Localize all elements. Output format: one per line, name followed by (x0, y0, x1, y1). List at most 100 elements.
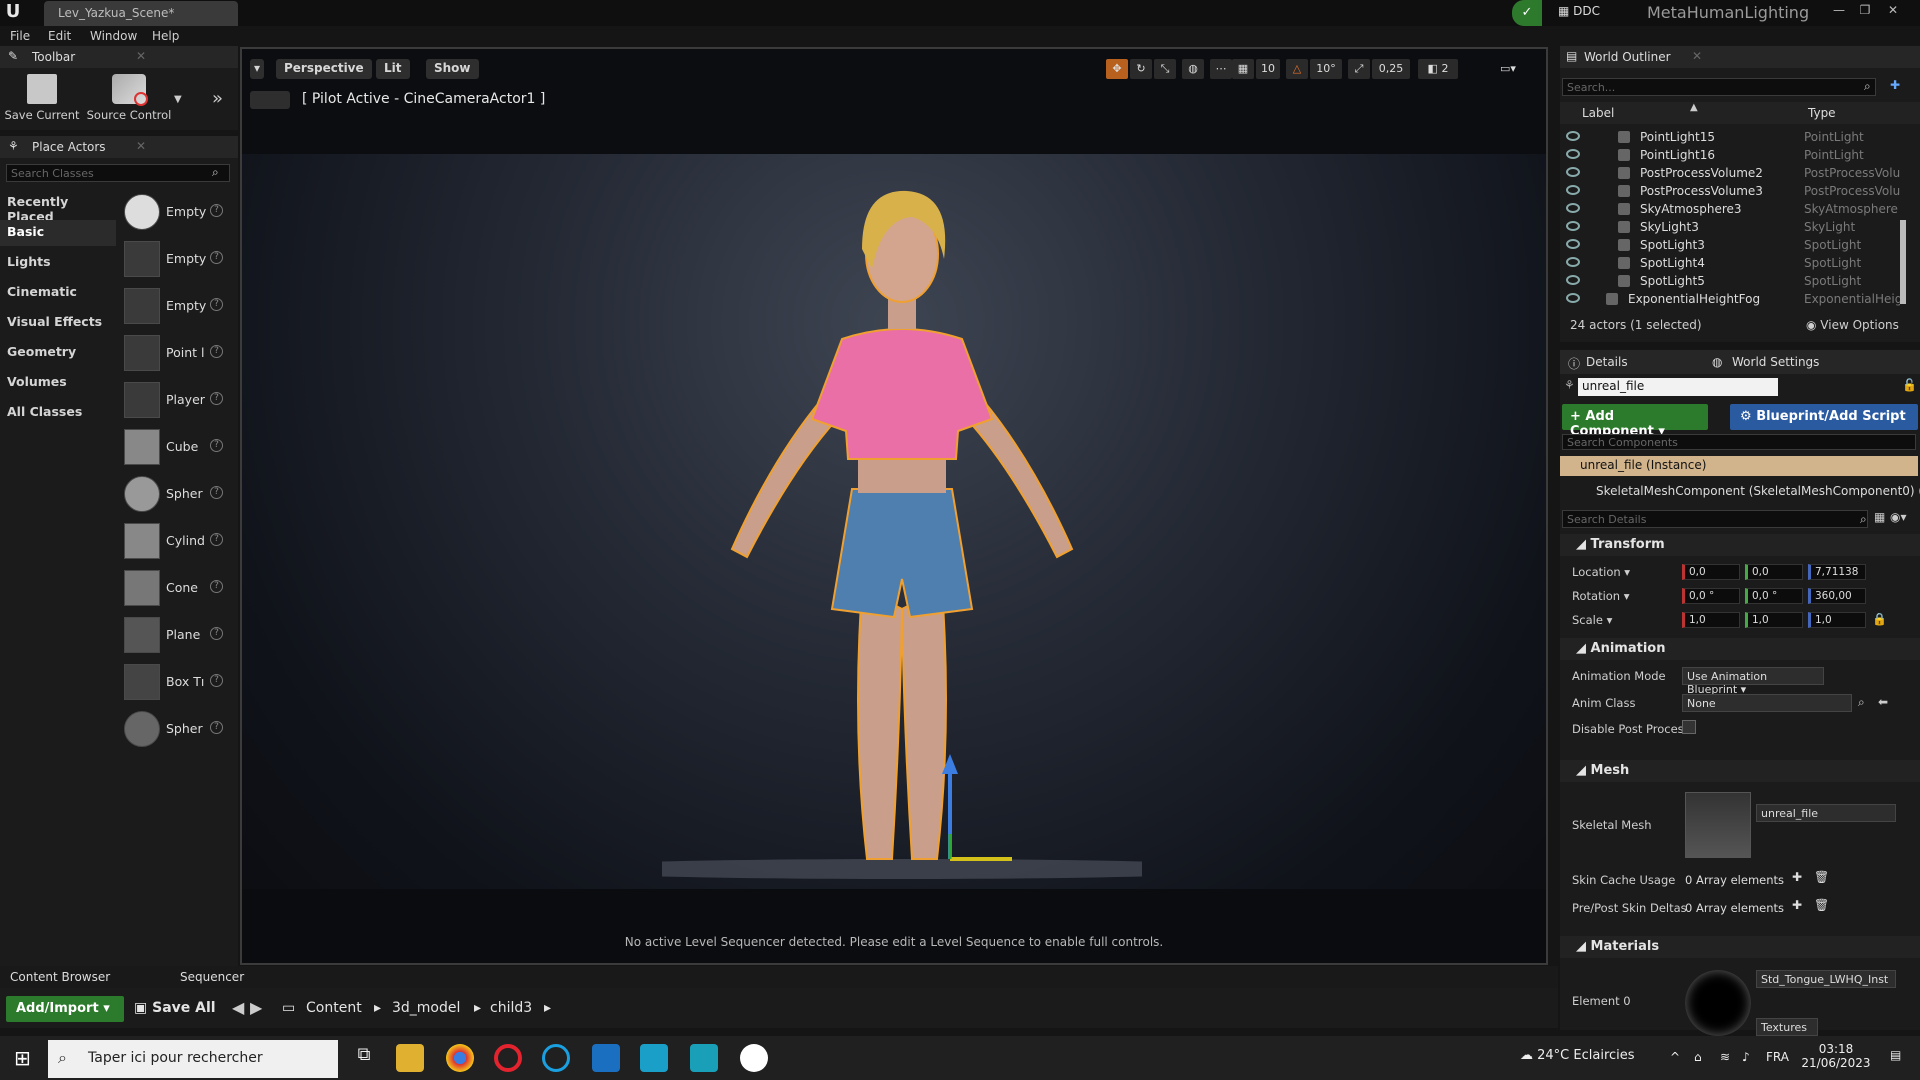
table-row[interactable]: SpotLight3 SpotLight (1560, 236, 1900, 254)
list-item[interactable]: Empty? (118, 190, 234, 234)
skeletal-mesh-component-row[interactable]: SkeletalMeshComponent (SkeletalMeshCompo… (1596, 484, 1920, 498)
category-visual-effects[interactable]: Visual Effects (0, 310, 116, 336)
list-item[interactable]: Spher? (118, 472, 234, 516)
save-current-button[interactable]: Save Current (4, 74, 80, 122)
scale-y-field[interactable]: 1,0 (1745, 612, 1803, 628)
table-row[interactable]: PointLight16 PointLight (1560, 146, 1900, 164)
tab-world-settings[interactable]: World Settings (1732, 355, 1819, 369)
category-recently-placed[interactable]: Recently Placed (0, 190, 116, 224)
opera-icon[interactable] (494, 1044, 522, 1072)
table-row[interactable]: PostProcessVolume3 PostProcessVolu (1560, 182, 1900, 200)
category-cinematic[interactable]: Cinematic (0, 280, 116, 306)
list-item[interactable]: Empty? (118, 237, 234, 281)
close-icon[interactable]: ✕ (1880, 0, 1906, 22)
visibility-eye-icon[interactable] (1566, 131, 1580, 141)
table-row[interactable]: SpotLight4 SpotLight (1560, 254, 1900, 272)
visibility-eye-icon[interactable] (1566, 275, 1580, 285)
list-item[interactable]: Cylind? (118, 519, 234, 563)
help-icon[interactable]: ? (210, 533, 223, 546)
scale-value[interactable]: 0,25 (1372, 59, 1410, 79)
source-control-button[interactable]: Source Control (86, 74, 172, 122)
add-filter-icon[interactable]: ✚ (1890, 78, 1900, 92)
location-x-field[interactable]: 0,0 (1682, 564, 1740, 580)
perspective-button[interactable]: Perspective (276, 59, 372, 79)
list-item[interactable]: Player? (118, 378, 234, 422)
maximize-icon[interactable]: ❐ (1852, 0, 1878, 22)
scale-z-field[interactable]: 1,0 (1808, 612, 1866, 628)
location-label[interactable]: Location ▾ (1572, 565, 1630, 579)
help-icon[interactable]: ? (210, 486, 223, 499)
minimize-icon[interactable]: — (1826, 0, 1852, 22)
world-outliner-tab[interactable]: ▤ World Outliner ✕ (1560, 46, 1920, 68)
browse-icon[interactable]: ⌕ (1858, 695, 1865, 710)
rotate-icon[interactable]: ↻ (1130, 59, 1152, 79)
help-icon[interactable]: ? (210, 580, 223, 593)
show-button[interactable]: Show (426, 59, 479, 79)
materials-section[interactable]: ◢ Materials (1560, 936, 1920, 958)
help-icon[interactable]: ? (210, 298, 223, 311)
trash-icon[interactable]: 🗑 (1814, 870, 1829, 884)
list-item[interactable]: Spher? (118, 707, 234, 751)
scale-snap-icon[interactable]: ⤢ (1348, 59, 1370, 79)
type-column-header[interactable]: Type (1808, 106, 1836, 120)
material-select[interactable]: Std_Tongue_LWHQ_Inst (1756, 970, 1896, 988)
tab-details[interactable]: Details (1586, 355, 1628, 369)
chevron-down-icon[interactable]: ▼ (174, 94, 182, 105)
viewport-options-button[interactable]: ▾ (250, 59, 265, 79)
location-y-field[interactable]: 0,0 (1745, 564, 1803, 580)
anim-class-select[interactable]: None (1682, 694, 1852, 712)
menu-window[interactable]: Window (90, 29, 137, 43)
grid-value[interactable]: 10 (1256, 59, 1280, 79)
taskbar-search-input[interactable]: Taper ici pour rechercher (48, 1040, 338, 1078)
animation-section[interactable]: ◢ Animation (1560, 638, 1920, 660)
list-item[interactable]: Plane? (118, 613, 234, 657)
category-geometry[interactable]: Geometry (0, 340, 116, 366)
material-thumbnail[interactable] (1685, 970, 1751, 1036)
ddc-button[interactable]: ▦ DDC (1558, 4, 1600, 18)
add-import-button[interactable]: Add/Import ▾ (6, 996, 124, 1022)
surface-snap-icon[interactable]: ⋯ (1210, 59, 1232, 79)
chrome-icon[interactable] (446, 1044, 474, 1072)
clock[interactable]: 03:18 21/06/2023 (1800, 1042, 1872, 1070)
metahuman-app-icon[interactable] (640, 1044, 668, 1072)
location-z-field[interactable]: 7,71138 (1808, 564, 1866, 580)
disable-post-process-checkbox[interactable] (1682, 720, 1696, 734)
rotation-y-field[interactable]: 0,0 ° (1745, 588, 1803, 604)
skeletal-mesh-select[interactable]: unreal_file (1756, 804, 1896, 822)
visibility-eye-icon[interactable] (1566, 257, 1580, 267)
forward-icon[interactable]: ▶ (250, 998, 262, 1017)
camera-speed[interactable]: ◧ 2 (1418, 59, 1458, 79)
rotation-x-field[interactable]: 0,0 ° (1682, 588, 1740, 604)
help-icon[interactable]: ? (210, 627, 223, 640)
outliner-scrollbar[interactable] (1900, 220, 1906, 304)
property-matrix-icon[interactable]: ▦ (1874, 510, 1885, 524)
visibility-eye-icon[interactable] (1566, 203, 1580, 213)
notifications-icon[interactable]: ▤ (1890, 1048, 1901, 1062)
place-actors-tab[interactable]: ⚘ Place Actors ✕ (0, 136, 238, 158)
angle-value[interactable]: 10° (1310, 59, 1342, 79)
list-item[interactable]: Empty? (118, 284, 234, 328)
visibility-eye-icon[interactable] (1566, 167, 1580, 177)
list-item[interactable]: Box Tı? (118, 660, 234, 704)
translate-icon[interactable]: ✥ (1106, 59, 1128, 79)
scale-x-field[interactable]: 1,0 (1682, 612, 1740, 628)
help-icon[interactable]: ? (210, 345, 223, 358)
tray-chevron-icon[interactable]: ^ (1670, 1050, 1680, 1064)
close-icon[interactable]: ✕ (136, 139, 146, 153)
menu-help[interactable]: Help (152, 29, 179, 43)
lock-icon[interactable]: 🔒 (1872, 612, 1887, 626)
table-row[interactable]: PointLight15 PointLight (1560, 128, 1900, 146)
animation-mode-select[interactable]: Use Animation Blueprint ▾ (1682, 667, 1824, 696)
label-column-header[interactable]: Label (1582, 106, 1614, 120)
visibility-eye-icon[interactable] (1566, 221, 1580, 231)
table-row[interactable]: SpotLight5 SpotLight (1560, 272, 1900, 290)
scale-icon[interactable]: ⤡ (1154, 59, 1176, 79)
breadcrumb-child3[interactable]: child3 (490, 1000, 532, 1016)
transform-section[interactable]: ◢ Transform (1560, 534, 1920, 556)
expand-icon[interactable]: » (212, 88, 223, 109)
list-item[interactable]: Cone? (118, 566, 234, 610)
angle-snap-icon[interactable]: △ (1286, 59, 1308, 79)
class-search-input[interactable]: Search Classes (6, 164, 230, 182)
back-icon[interactable]: ◀ (232, 998, 244, 1017)
level-viewport[interactable]: ▾ Perspective Lit Show [ Pilot Active - … (240, 47, 1548, 965)
